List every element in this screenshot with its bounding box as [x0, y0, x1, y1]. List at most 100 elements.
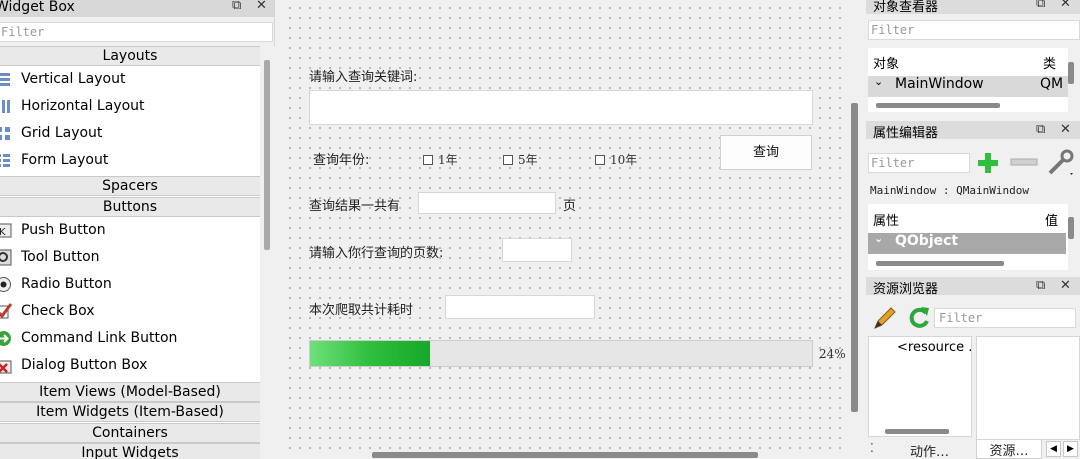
push-button-icon: K [0, 223, 12, 238]
scrollbar-thumb[interactable] [1068, 62, 1074, 84]
widget-item-label: Check Box [21, 303, 95, 319]
tree-row-mainwindow[interactable]: ⌄ MainWindow QM [868, 75, 1068, 97]
form-vertical-scrollbar[interactable] [849, 0, 862, 459]
widget-box-titlebar: Widget Box ⧉ ✕ [0, 0, 274, 17]
widget-item-grid-layout[interactable]: Grid Layout [0, 120, 260, 147]
keyword-input[interactable] [309, 90, 813, 125]
widget-item-dialog-button-box[interactable]: Dialog Button Box [0, 352, 260, 379]
pencil-icon[interactable] [872, 305, 898, 331]
progress-fill [310, 341, 431, 366]
widget-item-label: Dialog Button Box [21, 357, 148, 373]
group-name: QObject [895, 233, 959, 249]
expand-icon[interactable]: ⌄ [874, 232, 883, 245]
scrollbar-thumb[interactable] [851, 103, 858, 412]
tab-actions[interactable]: 动作… [910, 441, 949, 459]
float-icon[interactable]: ⧉ [1036, 122, 1045, 137]
checkbox-5-years[interactable]: 5年 [503, 151, 538, 168]
category-buttons[interactable]: Buttons [0, 197, 260, 217]
form-layout-icon [0, 154, 10, 167]
object-filter-input[interactable]: Filter [868, 20, 1080, 40]
pages-label: 请输入你行查询的页数: [309, 246, 444, 261]
scrollbar-thumb[interactable] [1068, 217, 1074, 239]
result-count-field[interactable] [418, 192, 556, 214]
form-horizontal-scrollbar[interactable] [282, 449, 849, 459]
bottom-tab-bar: ⁚ 动作… 资源… ◀ ▶ [866, 440, 1080, 459]
float-icon[interactable]: ⧉ [1036, 0, 1045, 11]
category-item-views[interactable]: Item Views (Model-Based) [0, 382, 260, 402]
column-value[interactable]: 值 [1045, 210, 1058, 229]
scrollbar-thumb[interactable] [372, 452, 758, 458]
svg-text:K: K [0, 227, 6, 238]
category-containers[interactable]: Containers [0, 423, 260, 443]
close-icon[interactable]: ✕ [1060, 0, 1071, 11]
scrollbar-thumb[interactable] [264, 60, 270, 250]
checkbox-label: 1年 [438, 153, 458, 167]
widget-item-label: Form Layout [21, 152, 109, 168]
checkbox-box[interactable] [503, 155, 513, 165]
scrollbar-thumb[interactable] [876, 103, 1000, 108]
keyword-label: 请输入查询关键词: [309, 70, 418, 85]
widget-list-scrollbar[interactable] [261, 46, 275, 459]
category-input-widgets[interactable]: Input Widgets [0, 443, 260, 459]
column-class[interactable]: 类 [1043, 53, 1056, 72]
widget-item-check-box[interactable]: Check Box [0, 298, 260, 325]
property-context-label: MainWindow : QMainWindow [870, 184, 1029, 197]
command-link-icon [0, 331, 11, 346]
progress-percent-label: 24% [819, 347, 846, 361]
checkbox-10-years[interactable]: 10年 [595, 151, 637, 168]
expand-icon[interactable]: ⌄ [874, 75, 883, 88]
wrench-icon[interactable] [1046, 149, 1076, 177]
resource-tree: <resource . [868, 336, 972, 437]
widget-item-tool-button[interactable]: Tool Button [0, 244, 260, 271]
widget-item-form-layout[interactable]: Form Layout [0, 147, 260, 174]
category-spacers[interactable]: Spacers [0, 176, 260, 196]
scrollbar-thumb[interactable] [885, 429, 949, 434]
check-box-icon [0, 303, 12, 319]
form-canvas: 请输入查询关键词: 查询年份: 1年 5年 10年 查询 查询结果一共有 页 请… [282, 0, 862, 459]
checkbox-box[interactable] [423, 155, 433, 165]
checkbox-label: 5年 [518, 153, 538, 167]
float-icon[interactable]: ⧉ [232, 0, 241, 13]
property-filter-input[interactable]: Filter [868, 153, 970, 173]
widget-item-push-button[interactable]: K Push Button [0, 217, 260, 244]
close-icon[interactable]: ✕ [1060, 122, 1071, 137]
column-object[interactable]: 对象 [873, 53, 899, 72]
tab-scroll-right-icon[interactable]: ▶ [1063, 441, 1078, 457]
property-editor-panel: 属性编辑器 ⧉ ✕ Filter MainWindow : QMainWindo… [866, 121, 1080, 275]
widget-item-command-link-button[interactable]: Command Link Button [0, 325, 260, 352]
category-layouts[interactable]: Layouts [0, 46, 260, 66]
radio-button-icon [0, 277, 11, 292]
checkbox-label: 10年 [610, 153, 638, 167]
category-item-widgets[interactable]: Item Widgets (Item-Based) [0, 402, 260, 422]
resource-root-item[interactable]: <resource . [897, 340, 972, 355]
tab-resources[interactable]: 资源… [976, 440, 1042, 459]
resource-browser-titlebar: 资源浏览器 ⧉ ✕ [866, 277, 1080, 297]
reload-icon[interactable] [906, 305, 932, 331]
widget-item-horizontal-layout[interactable]: Horizontal Layout [0, 93, 260, 120]
add-property-icon[interactable] [976, 151, 1000, 175]
widget-item-radio-button[interactable]: Radio Button [0, 271, 260, 298]
scrollbar-thumb[interactable] [876, 261, 1004, 266]
close-icon[interactable]: ✕ [256, 0, 267, 13]
checkbox-box[interactable] [595, 155, 605, 165]
widget-item-vertical-layout[interactable]: Vertical Layout [0, 66, 260, 93]
column-property[interactable]: 属性 [873, 210, 899, 229]
year-label: 查询年份: [313, 153, 370, 168]
tab-scroll-left-icon[interactable]: ◀ [1046, 441, 1061, 457]
query-button[interactable]: 查询 [720, 135, 812, 170]
object-tree: 对象 类 ⌄ MainWindow QM [868, 48, 1068, 112]
property-editor-title: 属性编辑器 [873, 126, 939, 141]
property-group-qobject[interactable]: ⌄ QObject [868, 232, 1066, 254]
close-icon[interactable]: ✕ [1060, 278, 1071, 293]
widget-filter-input[interactable]: Filter [0, 22, 273, 42]
widget-list: Layouts Vertical Layout Horizontal Layou… [0, 46, 260, 459]
object-inspector-title: 对象查看器 [873, 0, 939, 15]
remove-property-icon[interactable] [1010, 157, 1038, 167]
time-field[interactable] [445, 295, 595, 319]
checkbox-1-year[interactable]: 1年 [423, 151, 458, 168]
widget-box-title: Widget Box [0, 0, 75, 15]
resource-filter-input[interactable]: Filter [934, 308, 1076, 328]
float-icon[interactable]: ⧉ [1036, 278, 1045, 293]
pages-input[interactable] [502, 238, 572, 262]
widget-item-label: Horizontal Layout [21, 98, 145, 114]
